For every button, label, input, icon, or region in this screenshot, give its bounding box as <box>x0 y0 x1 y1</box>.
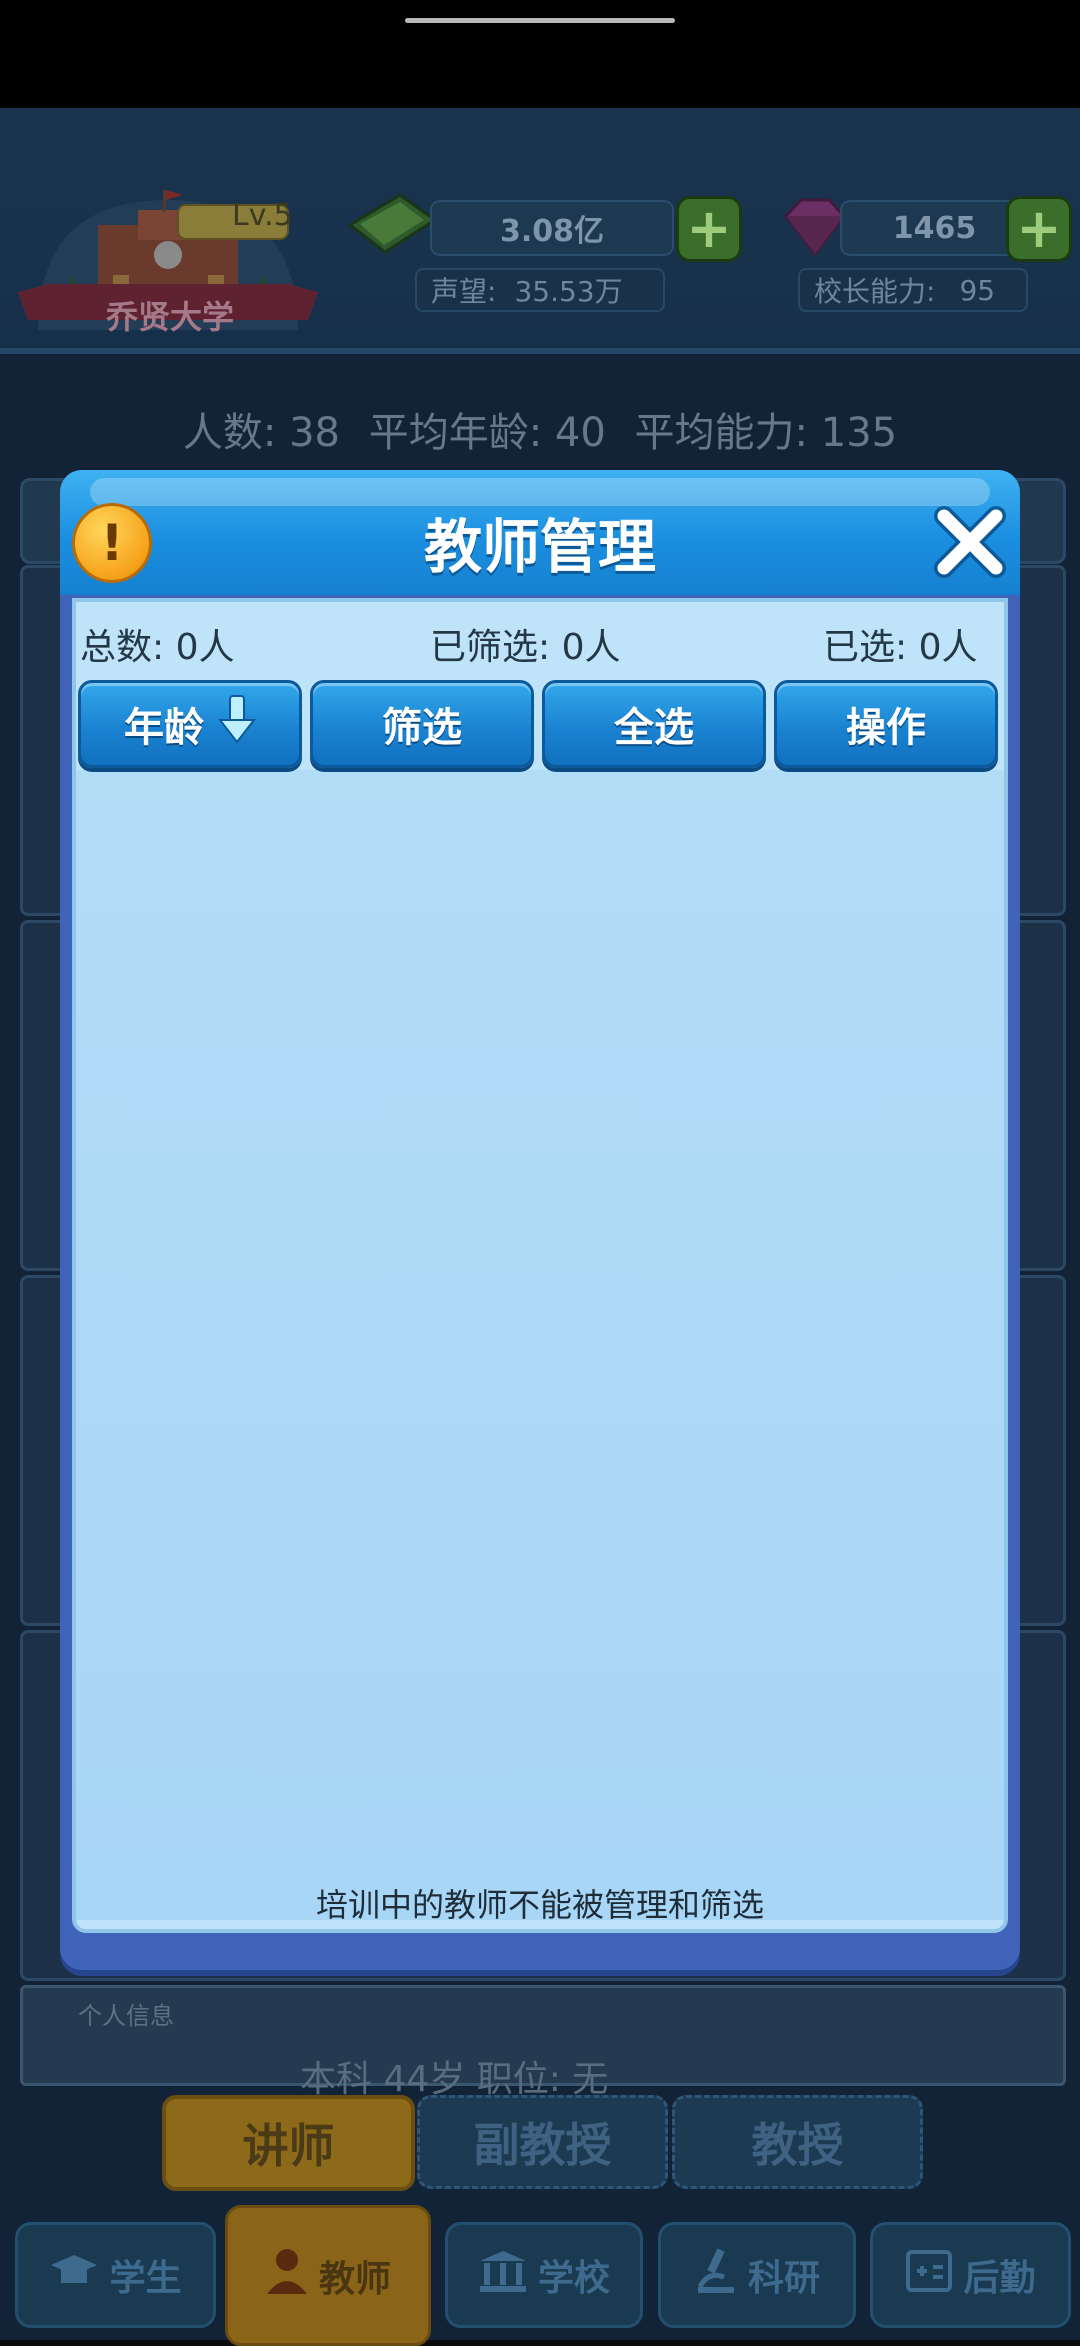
nav-student[interactable]: 学生 <box>15 2222 216 2328</box>
nav-logistics-label: 后勤 <box>963 2258 1036 2299</box>
tab-professor[interactable]: 教授 <box>672 2095 923 2189</box>
add-money-button[interactable]: + <box>676 196 742 262</box>
arrow-down-icon <box>217 694 257 754</box>
nav-school[interactable]: 学校 <box>445 2222 643 2328</box>
avg-ability-value: 135 <box>820 410 898 456</box>
person-icon <box>265 2246 309 2305</box>
filtered-count: 已筛选: 0人 <box>430 627 621 668</box>
add-gems-button[interactable]: + <box>1006 196 1072 262</box>
teacher-stats: 人数: 38 平均年龄: 40 平均能力: 135 <box>0 400 1080 458</box>
avg-age-label: 平均年龄: <box>368 410 543 456</box>
nav-school-label: 学校 <box>537 2258 610 2299</box>
teacher-list-area[interactable] <box>76 770 1004 1920</box>
avg-ability-label: 平均能力: <box>634 410 809 456</box>
exclamation-icon[interactable]: ! <box>72 503 152 583</box>
money-value: 3.08亿 <box>430 200 674 256</box>
tab-lecturer[interactable]: 讲师 <box>162 2095 415 2191</box>
headcount-label: 人数: <box>182 410 277 456</box>
tab-associate-professor[interactable]: 副教授 <box>417 2095 668 2189</box>
building-icon <box>478 2249 528 2302</box>
school-level-label: Lv.5 <box>232 198 293 233</box>
nav-research-label: 科研 <box>747 2258 820 2299</box>
headcount-value: 38 <box>289 410 340 456</box>
nav-student-label: 学生 <box>109 2258 182 2299</box>
school-name: 乔贤大学 <box>105 298 234 336</box>
avg-age-value: 40 <box>554 410 606 456</box>
reputation-label: 声望: <box>431 275 497 308</box>
selected-count: 已选: 0人 <box>823 627 978 668</box>
filter-button[interactable]: 筛选 <box>310 680 534 768</box>
sort-age-button[interactable]: 年龄 <box>78 680 302 768</box>
status-bar <box>0 0 1080 108</box>
microscope-icon <box>694 2247 738 2304</box>
nav-logistics[interactable]: 后勤 <box>870 2222 1071 2328</box>
graduation-cap-icon <box>49 2251 99 2300</box>
principal-value: 95 <box>959 273 996 307</box>
gem-value: 1465 <box>840 200 1029 256</box>
close-icon[interactable] <box>930 502 1010 582</box>
training-note: 培训中的教师不能被管理和筛选 <box>315 1886 764 1924</box>
personal-info-title: 个人信息 <box>78 2002 174 2030</box>
money-icon <box>340 190 440 260</box>
select-all-button[interactable]: 全选 <box>542 680 766 768</box>
nav-research[interactable]: 科研 <box>658 2222 856 2328</box>
principal-label: 校长能力: <box>814 275 936 308</box>
clipboard-icon <box>905 2249 953 2302</box>
nav-teacher[interactable]: 教师 <box>225 2205 431 2346</box>
total-count: 总数: 0人 <box>80 627 235 668</box>
home-indicator <box>405 18 675 23</box>
reputation-display: 声望: 35.53万 <box>415 268 665 312</box>
dialog-title: 教师管理 <box>423 513 656 581</box>
sort-age-label: 年龄 <box>124 705 204 751</box>
principal-display: 校长能力: 95 <box>798 268 1028 312</box>
operate-button[interactable]: 操作 <box>774 680 998 768</box>
nav-teacher-label: 教师 <box>318 2258 391 2300</box>
reputation-value: 35.53万 <box>514 275 623 308</box>
